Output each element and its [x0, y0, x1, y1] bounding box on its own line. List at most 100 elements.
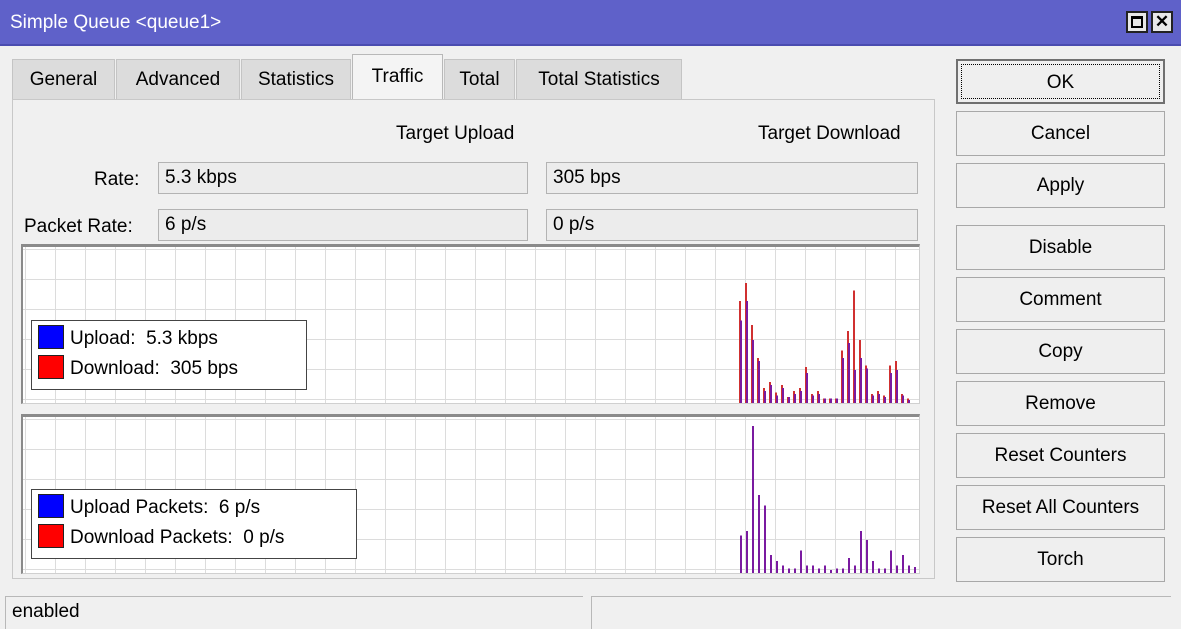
tab-general[interactable]: General — [12, 59, 115, 101]
reset-all-counters-button[interactable]: Reset All Counters — [956, 485, 1165, 530]
packets-legend: Upload Packets: 6 p/s Download Packets: … — [31, 489, 357, 559]
upload-bar — [914, 567, 916, 573]
upload-bar — [878, 568, 880, 573]
upload-bar — [812, 395, 814, 403]
legend-upload: Upload: 5.3 kbps — [38, 324, 300, 355]
upload-bar — [788, 568, 790, 573]
legend-upload-packets-label: Upload Packets: — [70, 497, 209, 518]
upload-bar — [830, 570, 832, 573]
torch-button[interactable]: Torch — [956, 537, 1165, 582]
legend-download-packets-value: 0 p/s — [243, 527, 285, 548]
upload-bar — [854, 565, 856, 573]
apply-button[interactable]: Apply — [956, 163, 1165, 208]
tab-total[interactable]: Total — [444, 59, 515, 101]
upload-bar — [866, 368, 868, 403]
rate-download-field: 305 bps — [546, 162, 918, 194]
status-right — [591, 596, 1171, 629]
legend-upload-label: Upload: — [70, 328, 136, 349]
legend-upload-packets: Upload Packets: 6 p/s — [38, 493, 350, 524]
upload-bar — [842, 358, 844, 403]
title-bar: Simple Queue <queue1> ✕ — [0, 0, 1181, 46]
tab-statistics[interactable]: Statistics — [241, 59, 351, 101]
window-title: Simple Queue <queue1> — [10, 12, 222, 33]
upload-bar — [866, 540, 868, 573]
upload-bar — [860, 358, 862, 403]
rate-upload-field: 5.3 kbps — [158, 162, 528, 194]
disable-button[interactable]: Disable — [956, 225, 1165, 270]
upload-bar — [824, 398, 826, 403]
upload-bar — [758, 495, 760, 573]
upload-bar — [806, 373, 808, 403]
upload-bar — [770, 385, 772, 403]
download-packets-swatch — [38, 523, 64, 548]
upload-bar — [848, 343, 850, 403]
upload-bar — [842, 568, 844, 573]
upload-bar — [740, 320, 742, 403]
upload-bar — [836, 398, 838, 403]
upload-bar — [854, 370, 856, 403]
upload-bar — [896, 565, 898, 573]
upload-bar — [800, 550, 802, 573]
legend-download-packets: Download Packets: 0 p/s — [38, 523, 350, 554]
remove-button[interactable]: Remove — [956, 381, 1165, 426]
packet-rate-upload-field: 6 p/s — [158, 209, 528, 241]
upload-bar — [764, 505, 766, 573]
legend-download-label: Download: — [70, 358, 160, 379]
upload-bar — [848, 558, 850, 573]
ok-button[interactable]: OK — [956, 59, 1165, 104]
legend-download-packets-label: Download Packets: — [70, 527, 233, 548]
upload-bar — [908, 400, 910, 403]
upload-bar — [746, 301, 748, 403]
legend-download-value: 305 bps — [170, 358, 238, 379]
upload-bar — [872, 561, 874, 573]
upload-bar — [824, 565, 826, 573]
target-download-header: Target Download — [758, 123, 901, 144]
upload-bar — [758, 361, 760, 403]
legend-upload-value: 5.3 kbps — [146, 328, 218, 349]
close-icon[interactable]: ✕ — [1151, 11, 1173, 33]
upload-bar — [794, 568, 796, 573]
rate-graph: Upload: 5.3 kbps Download: 305 bps — [21, 244, 920, 404]
legend-download: Download: 305 bps — [38, 354, 300, 385]
tab-total-statistics[interactable]: Total Statistics — [516, 59, 682, 101]
upload-bar — [740, 535, 742, 573]
upload-packets-swatch — [38, 493, 64, 518]
status-bar: enabled — [0, 594, 1181, 629]
upload-bar — [818, 568, 820, 573]
upload-bar — [776, 395, 778, 403]
upload-bar — [812, 565, 814, 573]
rate-legend: Upload: 5.3 kbps Download: 305 bps — [31, 320, 307, 390]
status-text: enabled — [5, 596, 583, 629]
upload-bar — [890, 373, 892, 403]
upload-bar — [752, 426, 754, 573]
download-swatch — [38, 354, 64, 379]
upload-swatch — [38, 324, 64, 349]
rate-label: Rate: — [94, 169, 140, 190]
upload-bar — [908, 565, 910, 573]
upload-bar — [782, 388, 784, 403]
upload-bar — [788, 397, 790, 403]
comment-button[interactable]: Comment — [956, 277, 1165, 322]
maximize-icon[interactable] — [1126, 11, 1148, 33]
upload-bar — [872, 395, 874, 403]
copy-button[interactable]: Copy — [956, 329, 1165, 374]
upload-bar — [860, 531, 862, 573]
upload-bar — [800, 391, 802, 403]
target-upload-header: Target Upload — [396, 123, 515, 144]
cancel-button[interactable]: Cancel — [956, 111, 1165, 156]
legend-upload-packets-value: 6 p/s — [218, 497, 261, 518]
upload-bar — [782, 565, 784, 573]
upload-bar — [878, 394, 880, 403]
upload-bar — [794, 394, 796, 403]
reset-counters-button[interactable]: Reset Counters — [956, 433, 1165, 478]
upload-bar — [770, 555, 772, 573]
upload-bar — [776, 561, 778, 573]
upload-bar — [806, 565, 808, 573]
tab-traffic[interactable]: Traffic — [352, 54, 443, 102]
upload-bar — [752, 340, 754, 403]
upload-bar — [890, 550, 892, 573]
packet-rate-label: Packet Rate: — [24, 216, 133, 237]
tab-advanced[interactable]: Advanced — [116, 59, 240, 101]
upload-bar — [818, 394, 820, 403]
upload-bar — [902, 395, 904, 403]
